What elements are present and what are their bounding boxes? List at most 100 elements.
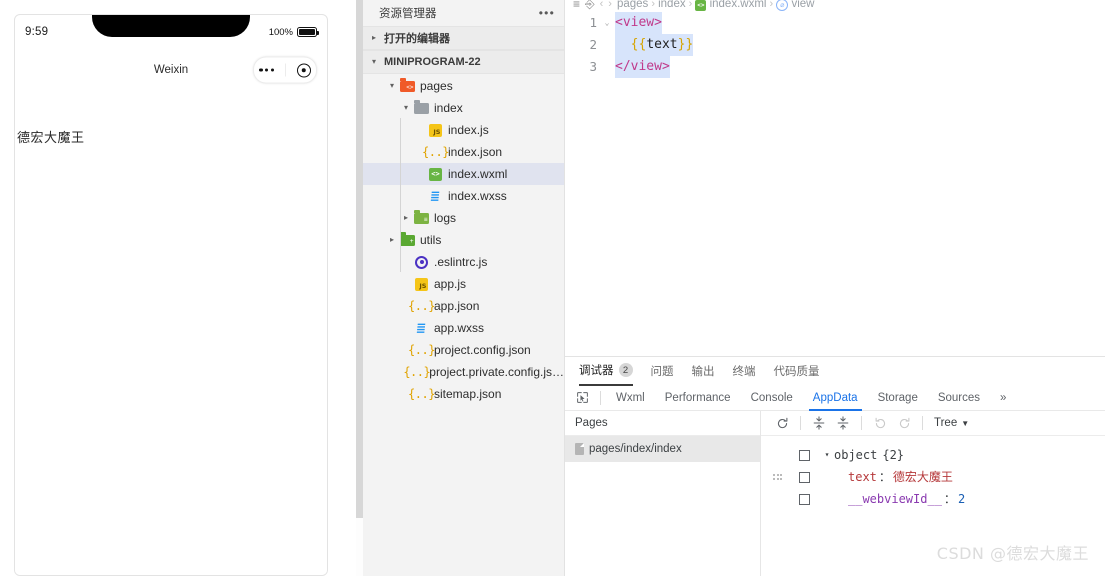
- tree-item--eslintrc-js[interactable]: .eslintrc.js: [363, 251, 564, 273]
- breadcrumb-item-view[interactable]: view: [791, 0, 814, 10]
- project-section[interactable]: ▾ MINIPROGRAM-22: [363, 50, 564, 74]
- chevron-right-icon[interactable]: ▸: [399, 214, 413, 222]
- tree-item-project-private-config-js-[interactable]: {..} project.private.config.js…: [363, 361, 564, 383]
- page-view-text: 德宏大魔王: [17, 131, 85, 146]
- code-lines[interactable]: 1 ⌄ <view> 2 {{text}} 3 </view>: [565, 12, 1105, 78]
- devtools-tab-appdata[interactable]: AppData: [803, 385, 868, 411]
- js-file-icon: JS: [413, 276, 430, 292]
- code-line[interactable]: 2 {{text}}: [565, 34, 1105, 56]
- devtools-overflow-button[interactable]: »: [990, 385, 1016, 411]
- tree-item-label: index.wxss: [448, 189, 507, 203]
- collapse-all-icon[interactable]: [832, 413, 854, 433]
- chevron-down-icon[interactable]: ▾: [399, 104, 413, 112]
- pages-list-item[interactable]: pages/index/index: [565, 436, 760, 462]
- tree-item-index-json[interactable]: {..} index.json: [363, 141, 564, 163]
- edit-value-icon[interactable]: [799, 493, 810, 505]
- panel-tab-终端[interactable]: 终端: [733, 357, 756, 385]
- tree-item-index-js[interactable]: JS index.js: [363, 119, 564, 141]
- expand-all-icon[interactable]: [808, 413, 830, 433]
- tree-item-utils[interactable]: ▸ + utils: [363, 229, 564, 251]
- pages-list: pages/index/index: [565, 436, 760, 462]
- devtools-tab-performance[interactable]: Performance: [655, 385, 741, 411]
- appdata-root-row[interactable]: ▾ object {2}: [761, 444, 1105, 466]
- wxml-file-icon: <>: [427, 166, 444, 182]
- tree-item-logs[interactable]: ▸ ≡ logs: [363, 207, 564, 229]
- breadcrumb-items: pages › index › <> index.wxml › ⌀ view: [617, 0, 814, 11]
- tree-item-app-js[interactable]: JS app.js: [363, 273, 564, 295]
- appdata-value[interactable]: 2: [958, 488, 965, 510]
- tree-item-label: index.json: [448, 145, 503, 159]
- folder-logs-icon: ≡: [413, 210, 430, 226]
- devtools-tab-console[interactable]: Console: [741, 385, 803, 411]
- chevron-left-icon[interactable]: ‹: [600, 0, 604, 10]
- view-mode-select[interactable]: Tree ▼: [934, 417, 969, 429]
- devtools-tab-storage[interactable]: Storage: [868, 385, 928, 411]
- tree-item-label: index.js: [448, 123, 489, 137]
- nav-title: Weixin: [153, 64, 189, 76]
- refresh-icon[interactable]: [771, 413, 793, 433]
- bookmark-icon[interactable]: ⎆: [585, 0, 595, 12]
- tree-item-pages[interactable]: ▾ <> pages: [363, 75, 564, 97]
- undo-icon[interactable]: [869, 413, 891, 433]
- code-line[interactable]: 3 </view>: [565, 56, 1105, 78]
- chevron-right-icon[interactable]: ▸: [385, 236, 399, 244]
- redo-icon[interactable]: [893, 413, 915, 433]
- simulator-scrollbar-thumb[interactable]: [356, 0, 363, 518]
- js-file-icon: JS: [427, 122, 444, 138]
- line-number: 2: [589, 37, 597, 52]
- tree-item-project-config-json[interactable]: {..} project.config.json: [363, 339, 564, 361]
- app-window: 9:59 100% Weixin 德宏大魔王 资源管理器 ••• ▸ 打开的编辑…: [0, 0, 1105, 576]
- tree-item-sitemap-json[interactable]: {..} sitemap.json: [363, 383, 564, 405]
- panel-tab-代码质量[interactable]: 代码质量: [774, 357, 820, 385]
- devtools-tab-sources[interactable]: Sources: [928, 385, 990, 411]
- panel-tab-问题[interactable]: 问题: [651, 357, 674, 385]
- tree-item-label: app.json: [434, 299, 480, 313]
- tree-item-index-wxml[interactable]: <> index.wxml: [363, 163, 564, 185]
- appdata-value[interactable]: 德宏大魔王: [893, 466, 953, 488]
- json-file-icon: {..}: [408, 387, 435, 401]
- close-target-icon[interactable]: [296, 63, 311, 77]
- wechat-capsule-button[interactable]: [253, 56, 317, 84]
- tree-item-app-json[interactable]: {..} app.json: [363, 295, 564, 317]
- code-text: <view>: [615, 12, 662, 34]
- tree-item-app-wxss[interactable]: ≣ app.wxss: [363, 317, 564, 339]
- chevron-down-icon[interactable]: ▾: [385, 82, 399, 90]
- line-number: 3: [589, 59, 597, 74]
- devtools-tab-wxml[interactable]: Wxml: [606, 385, 655, 411]
- explorer-more-icon[interactable]: •••: [539, 6, 555, 20]
- json-file-icon: {..}: [408, 299, 435, 313]
- breadcrumb-item-pages[interactable]: pages: [617, 0, 648, 10]
- more-dots-icon[interactable]: [259, 68, 274, 72]
- project-label: MINIPROGRAM-22: [384, 56, 481, 68]
- open-editors-section[interactable]: ▸ 打开的编辑器: [363, 26, 564, 50]
- toolbar-divider: [600, 390, 601, 405]
- simulator-scrollbar-track[interactable]: [356, 518, 363, 576]
- phone-status-bar: 9:59 100%: [15, 15, 327, 49]
- fold-chevron-icon[interactable]: ⌄: [599, 12, 615, 34]
- chevron-right-icon[interactable]: ›: [608, 0, 612, 10]
- edit-value-icon[interactable]: [799, 449, 810, 461]
- outline-icon[interactable]: ≡: [573, 0, 580, 11]
- tree-item-index-wxss[interactable]: ≣ index.wxss: [363, 185, 564, 207]
- chevron-down-icon[interactable]: ▾: [820, 444, 834, 466]
- mini-program-page: 德宏大魔王: [15, 91, 327, 575]
- document-icon: [575, 443, 584, 455]
- tree-item-label: project.private.config.js…: [429, 365, 564, 379]
- battery-percent: 100%: [268, 26, 293, 38]
- appdata-entry-row[interactable]: __webviewId__： 2: [761, 488, 1105, 510]
- panel-tab-strip: 调试器 2 问题 输出 终端 代码质量: [565, 356, 1105, 386]
- panel-tab-label: 终端: [732, 366, 756, 378]
- breadcrumb-item-index-wxml[interactable]: index.wxml: [710, 0, 767, 10]
- panel-tab-输出[interactable]: 输出: [692, 357, 715, 385]
- panel-tab-调试器[interactable]: 调试器 2: [579, 356, 633, 386]
- edit-value-icon[interactable]: [799, 471, 810, 483]
- appdata-entry-row[interactable]: text：德宏大魔王: [761, 466, 1105, 488]
- code-line[interactable]: 1 ⌄ <view>: [565, 12, 1105, 34]
- inspect-element-icon[interactable]: [571, 388, 593, 408]
- chevron-down-icon: ▼: [961, 418, 970, 428]
- tree-item-index[interactable]: ▾ index: [363, 97, 564, 119]
- breadcrumb-item-index[interactable]: index: [658, 0, 686, 10]
- code-token: <view>: [615, 15, 662, 30]
- drag-handle-icon[interactable]: [771, 474, 785, 480]
